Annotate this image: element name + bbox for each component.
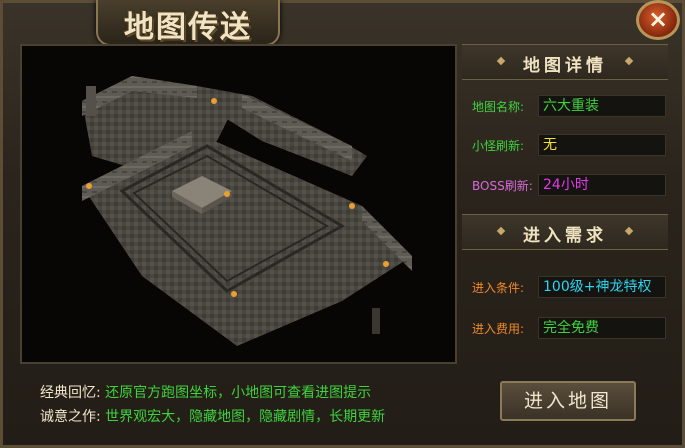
entry-fee-row: 进入费用: 完全免费 xyxy=(470,317,666,339)
title-banner: 地图传送 xyxy=(96,0,280,46)
window-title: 地图传送 xyxy=(124,10,252,45)
requirements-title: 进入需求 xyxy=(523,226,607,246)
close-button[interactable]: × xyxy=(636,0,680,40)
entry-condition-row: 进入条件: 100级+神龙特权 xyxy=(470,276,666,298)
map-details-title: 地图详情 xyxy=(523,56,607,76)
boss-refresh-row: BOSS刷新: 24小时 xyxy=(470,174,666,196)
monster-refresh-value: 无 xyxy=(538,134,666,156)
map-details-header: 地图详情 xyxy=(462,44,668,80)
map-name-label: 地图名称: xyxy=(472,100,525,114)
monster-refresh-row: 小怪刷新: 无 xyxy=(470,134,666,156)
info-line-1-label: 经典回忆: xyxy=(40,385,101,401)
entry-condition-label: 进入条件: xyxy=(472,281,525,295)
map-name-row: 地图名称: 六大重装 xyxy=(470,95,666,117)
boss-refresh-label: BOSS刷新: xyxy=(472,179,533,193)
boss-refresh-value: 24小时 xyxy=(538,174,666,196)
enter-map-button[interactable]: 进入地图 xyxy=(500,381,636,421)
info-line-2-text: 世界观宏大，隐藏地图，隐藏剧情，长期更新 xyxy=(105,409,386,425)
monster-refresh-label: 小怪刷新: xyxy=(472,139,525,153)
requirements-header: 进入需求 xyxy=(462,214,668,250)
entry-fee-label: 进入费用: xyxy=(472,322,525,336)
info-panel: 地图详情 地图名称: 六大重装 小怪刷新: 无 BOSS刷新: 24小时 进入需… xyxy=(462,44,668,436)
entry-fee-value: 完全免费 xyxy=(538,317,666,339)
info-line-1-text: 还原官方跑图坐标，小地图可查看进图提示 xyxy=(105,385,372,401)
close-icon: × xyxy=(647,5,669,33)
entry-condition-value: 100级+神龙特权 xyxy=(538,276,666,298)
info-line-1: 经典回忆: 还原官方跑图坐标，小地图可查看进图提示 xyxy=(40,382,371,402)
info-line-2: 诚意之作: 世界观宏大，隐藏地图，隐藏剧情，长期更新 xyxy=(40,406,385,426)
info-line-2-label: 诚意之作: xyxy=(40,409,101,425)
map-preview xyxy=(20,44,457,364)
map-name-value: 六大重装 xyxy=(538,95,666,117)
dungeon-map-image xyxy=(82,76,412,346)
